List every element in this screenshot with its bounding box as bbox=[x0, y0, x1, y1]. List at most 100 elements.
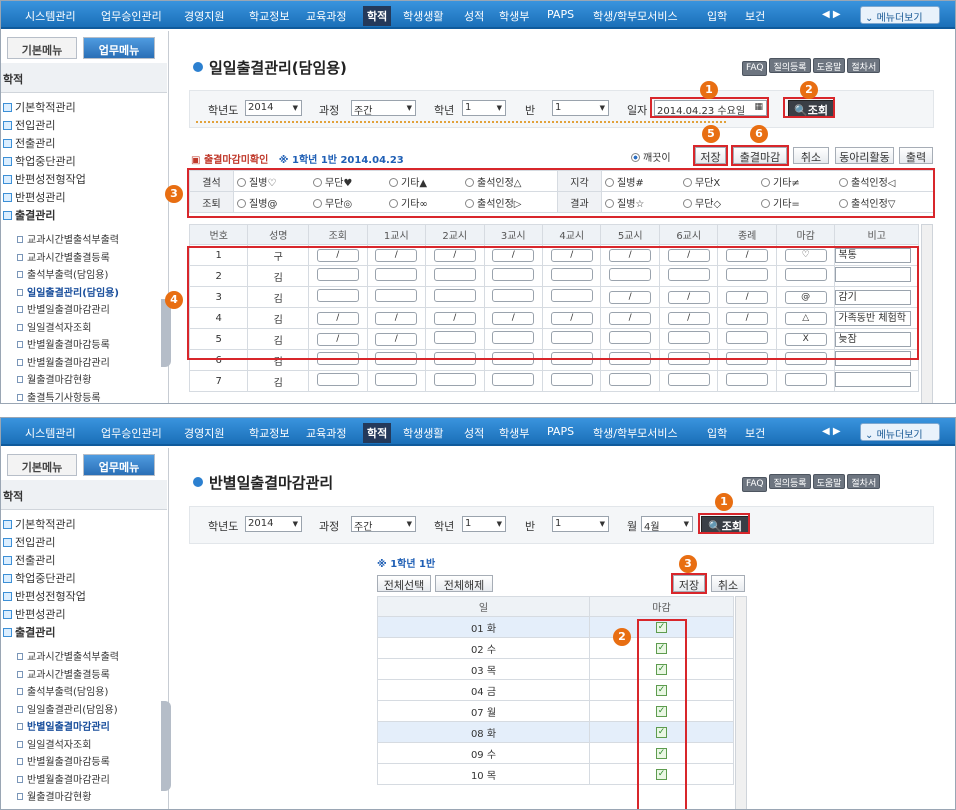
sidebar-subitem[interactable]: 반별월출결마감등록 bbox=[17, 336, 110, 351]
tab-work-menu[interactable]: 업무메뉴 bbox=[83, 37, 155, 59]
nav-item[interactable]: 학교정보 bbox=[249, 425, 289, 441]
menu-all-button[interactable]: ⌄ 메뉴더보기 bbox=[860, 6, 940, 24]
sidebar-item[interactable]: 반편성관리 bbox=[3, 606, 66, 622]
nav-item[interactable]: 입학 bbox=[707, 8, 727, 24]
nav-item[interactable]: 성적 bbox=[464, 8, 484, 24]
nav-item[interactable]: 학생부 bbox=[499, 8, 529, 24]
nav-item[interactable]: 학적 bbox=[363, 423, 392, 443]
help-button[interactable]: 질의등록 bbox=[769, 58, 811, 73]
sidebar-item[interactable]: 기본학적관리 bbox=[3, 99, 76, 115]
nav-item[interactable]: 입학 bbox=[707, 425, 727, 441]
close-mark-cell[interactable] bbox=[784, 373, 827, 386]
sidebar-item[interactable]: 전출관리 bbox=[3, 135, 55, 151]
clear-all-button[interactable]: 전체해제 bbox=[435, 575, 493, 592]
clean-option[interactable]: 깨끗이 bbox=[631, 149, 671, 164]
nav-item[interactable]: 업무승인관리 bbox=[101, 425, 162, 441]
sidebar-subitem[interactable]: 월출결마감현황 bbox=[17, 788, 91, 803]
nav-item[interactable]: 경영지원 bbox=[184, 425, 224, 441]
help-button[interactable]: 도움말 bbox=[812, 58, 846, 73]
sidebar-item[interactable]: 학업중단관리 bbox=[3, 153, 76, 169]
year-select[interactable]: 2014 ▼ bbox=[245, 100, 302, 116]
sidebar-subitem[interactable]: 교과시간별출결등록 bbox=[17, 249, 110, 264]
nav-item[interactable]: 성적 bbox=[464, 425, 484, 441]
help-button[interactable]: FAQ bbox=[742, 477, 768, 492]
course-select[interactable]: 주간 ▼ bbox=[351, 516, 416, 533]
nav-item[interactable]: 시스템관리 bbox=[25, 425, 76, 441]
sidebar-subitem[interactable]: 출석부출력(담임용) bbox=[17, 683, 108, 698]
sidebar-subitem[interactable]: 일일출결관리(담임용) bbox=[17, 284, 119, 299]
nav-item[interactable]: PAPS bbox=[547, 425, 574, 438]
sidebar-subitem[interactable]: 반별월출결마감관리 bbox=[17, 771, 110, 786]
sidebar-subitem[interactable]: 반별일출결마감관리 bbox=[17, 718, 110, 733]
nav-item[interactable]: 학생생활 bbox=[403, 425, 443, 441]
nav-item[interactable]: 교육과정 bbox=[306, 8, 346, 24]
period-cell[interactable] bbox=[316, 373, 359, 386]
class-select[interactable]: 1 ▼ bbox=[552, 516, 609, 532]
sidebar-subitem[interactable]: 반별월출결마감등록 bbox=[17, 753, 110, 768]
help-button[interactable]: FAQ bbox=[742, 61, 768, 76]
tab-work-menu[interactable]: 업무메뉴 bbox=[83, 454, 155, 476]
cancel-button[interactable]: 취소 bbox=[793, 147, 829, 164]
table-row[interactable]: 7김 bbox=[188, 370, 919, 392]
period-cell[interactable] bbox=[550, 373, 593, 386]
tab-basic-menu[interactable]: 기본메뉴 bbox=[7, 37, 77, 59]
select-all-button[interactable]: 전체선택 bbox=[377, 575, 431, 592]
sidebar-item[interactable]: 전입관리 bbox=[3, 117, 55, 133]
help-button[interactable]: 질의등록 bbox=[769, 474, 811, 489]
period-cell[interactable] bbox=[492, 373, 535, 386]
sidebar-subitem[interactable]: 일일결석자조회 bbox=[17, 736, 91, 751]
sidebar-item[interactable]: 반편성전형작업 bbox=[3, 588, 86, 604]
sidebar-subitem[interactable]: 월출결마감현황 bbox=[17, 371, 91, 386]
nav-item[interactable]: 학생부 bbox=[499, 425, 529, 441]
sidebar-item[interactable]: 반편성전형작업 bbox=[3, 171, 86, 187]
nav-arrows-icon[interactable]: ◀ ▶ bbox=[822, 426, 841, 437]
sidebar-item[interactable]: 출결관리 bbox=[3, 207, 55, 223]
sidebar-subitem[interactable]: 일일출결관리(담임용) bbox=[17, 701, 118, 716]
help-button[interactable]: 도움말 bbox=[812, 474, 846, 489]
period-cell[interactable] bbox=[609, 373, 652, 386]
nav-item[interactable]: PAPS bbox=[547, 8, 574, 21]
tab-basic-menu[interactable]: 기본메뉴 bbox=[7, 454, 77, 476]
nav-item[interactable]: 업무승인관리 bbox=[101, 8, 162, 24]
memo-field[interactable] bbox=[835, 372, 912, 387]
nav-item[interactable]: 학생/학부모서비스 bbox=[593, 8, 678, 24]
sidebar-subitem[interactable]: 반별일출결마감관리 bbox=[17, 301, 110, 316]
period-cell[interactable] bbox=[667, 373, 710, 386]
nav-item[interactable]: 보건 bbox=[745, 8, 765, 24]
month-select[interactable]: 4월 ▼ bbox=[641, 516, 693, 533]
period-cell[interactable] bbox=[726, 373, 769, 386]
sidebar-subitem[interactable]: 교과시간별출석부출력 bbox=[17, 231, 119, 246]
grade-select[interactable]: 1 ▼ bbox=[462, 100, 506, 116]
sidebar-item[interactable]: 학업중단관리 bbox=[3, 570, 76, 586]
class-select[interactable]: 1 ▼ bbox=[552, 100, 609, 116]
sidebar-collapse-handle[interactable] bbox=[161, 701, 171, 791]
sidebar-item[interactable]: 출결관리 bbox=[3, 624, 55, 640]
nav-arrows-icon[interactable]: ◀ ▶ bbox=[822, 9, 841, 20]
print-button[interactable]: 출력 bbox=[899, 147, 933, 164]
help-button[interactable]: 절차서 bbox=[847, 474, 881, 489]
help-button[interactable]: 절차서 bbox=[847, 58, 881, 73]
grid-scrollbar[interactable] bbox=[735, 596, 747, 809]
period-cell[interactable] bbox=[433, 373, 476, 386]
cancel-button[interactable]: 취소 bbox=[711, 575, 745, 592]
nav-item[interactable]: 학생/학부모서비스 bbox=[593, 425, 678, 441]
club-activity-button[interactable]: 동아리활동 bbox=[835, 147, 894, 164]
nav-item[interactable]: 교육과정 bbox=[306, 425, 346, 441]
sidebar-subitem[interactable]: 출석부출력(담임용) bbox=[17, 266, 108, 281]
sidebar-subitem[interactable]: 출결특기사항등록 bbox=[17, 389, 101, 403]
sidebar-item[interactable]: 전출관리 bbox=[3, 552, 55, 568]
nav-item[interactable]: 보건 bbox=[745, 425, 765, 441]
year-select[interactable]: 2014 ▼ bbox=[245, 516, 302, 532]
nav-item[interactable]: 학교정보 bbox=[249, 8, 289, 24]
grid-scrollbar[interactable] bbox=[921, 224, 933, 403]
sidebar-item[interactable]: 반편성관리 bbox=[3, 189, 66, 205]
sidebar-subitem[interactable]: 교과시간별출석부출력 bbox=[17, 648, 119, 663]
grade-select[interactable]: 1 ▼ bbox=[462, 516, 506, 532]
menu-all-button[interactable]: ⌄ 메뉴더보기 bbox=[860, 423, 940, 441]
nav-item[interactable]: 경영지원 bbox=[184, 8, 224, 24]
nav-item[interactable]: 학생생활 bbox=[403, 8, 443, 24]
sidebar-subitem[interactable]: 일일결석자조회 bbox=[17, 319, 91, 334]
sidebar-item[interactable]: 기본학적관리 bbox=[3, 516, 76, 532]
period-cell[interactable] bbox=[375, 373, 418, 386]
course-select[interactable]: 주간 ▼ bbox=[351, 100, 416, 117]
